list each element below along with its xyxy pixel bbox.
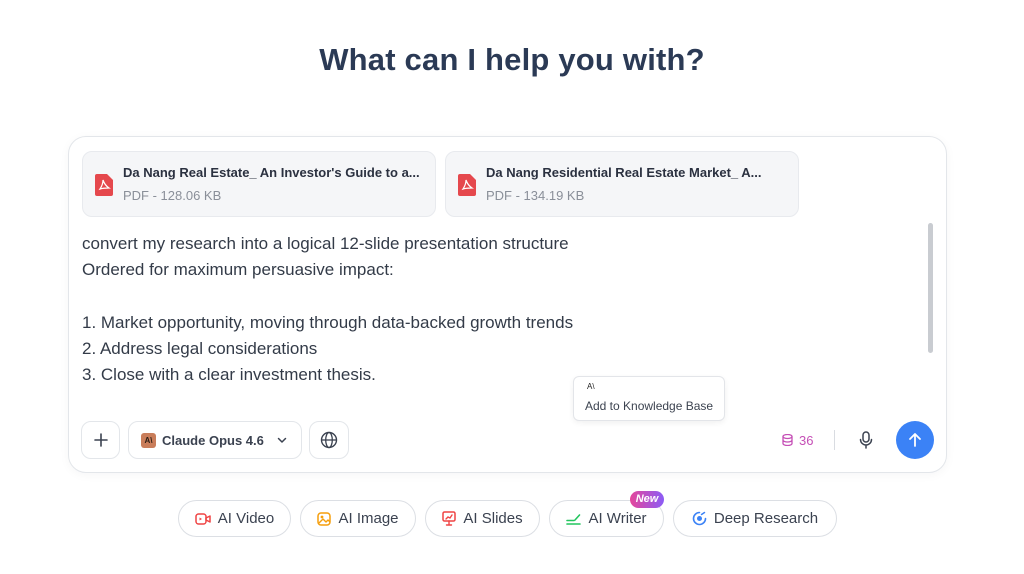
- prompt-input[interactable]: convert my research into a logical 12-sl…: [82, 231, 922, 389]
- tooltip-text: Add to Knowledge Base: [585, 399, 714, 413]
- chip-label: Deep Research: [713, 510, 819, 527]
- coin-stack-icon: [782, 434, 793, 446]
- attachment-card[interactable]: Da Nang Residential Real Estate Market_ …: [445, 151, 799, 217]
- attachment-meta: PDF - 134.19 KB: [486, 188, 585, 203]
- voice-input-button[interactable]: [852, 426, 880, 454]
- image-icon: [317, 511, 332, 526]
- send-button[interactable]: [896, 421, 934, 459]
- arrow-up-icon: [909, 433, 921, 447]
- research-icon: [692, 511, 707, 526]
- new-badge: New: [630, 491, 664, 508]
- ai-video-chip[interactable]: AI Video: [178, 500, 291, 537]
- slides-icon: [442, 511, 457, 526]
- model-name: Claude Opus 4.6: [162, 433, 264, 448]
- attachment-meta: PDF - 128.06 KB: [123, 188, 222, 203]
- ai-slides-chip[interactable]: AI Slides: [425, 500, 540, 537]
- chip-label: AI Writer: [588, 510, 647, 527]
- credits-counter[interactable]: 36: [782, 430, 813, 450]
- video-icon: [195, 512, 211, 525]
- model-selector[interactable]: A\ Claude Opus 4.6: [128, 421, 302, 459]
- chip-label: AI Video: [217, 510, 275, 527]
- attachment-name: Da Nang Residential Real Estate Market_ …: [486, 165, 762, 180]
- web-search-button[interactable]: [309, 421, 349, 459]
- model-logo: A\: [141, 433, 156, 448]
- add-attachment-button[interactable]: [81, 421, 120, 459]
- ai-image-chip[interactable]: AI Image: [300, 500, 416, 537]
- microphone-icon: [859, 431, 873, 449]
- quick-actions: AI Video AI Image AI Slides AI Writer De…: [0, 500, 1024, 538]
- attachment-card[interactable]: Da Nang Real Estate_ An Investor's Guide…: [82, 151, 436, 217]
- chat-composer: Da Nang Real Estate_ An Investor's Guide…: [68, 136, 947, 473]
- chevron-down-icon: [277, 437, 287, 443]
- chip-label: AI Image: [338, 510, 399, 527]
- globe-icon: [320, 431, 338, 449]
- tooltip-glyph: A\: [587, 382, 595, 391]
- chip-label: AI Slides: [463, 510, 523, 527]
- knowledge-base-tooltip[interactable]: A\ Add to Knowledge Base: [573, 376, 725, 421]
- deep-research-chip[interactable]: Deep Research: [673, 500, 837, 537]
- toolbar-divider: [834, 430, 835, 450]
- writer-icon: [566, 513, 582, 525]
- attachment-name: Da Nang Real Estate_ An Investor's Guide…: [123, 165, 420, 180]
- page-title: What can I help you with?: [319, 42, 705, 77]
- prompt-scrollbar[interactable]: [928, 223, 933, 353]
- credit-count: 36: [799, 432, 814, 448]
- plus-icon: [93, 433, 108, 447]
- pdf-icon: [95, 174, 113, 196]
- pdf-icon: [458, 174, 476, 196]
